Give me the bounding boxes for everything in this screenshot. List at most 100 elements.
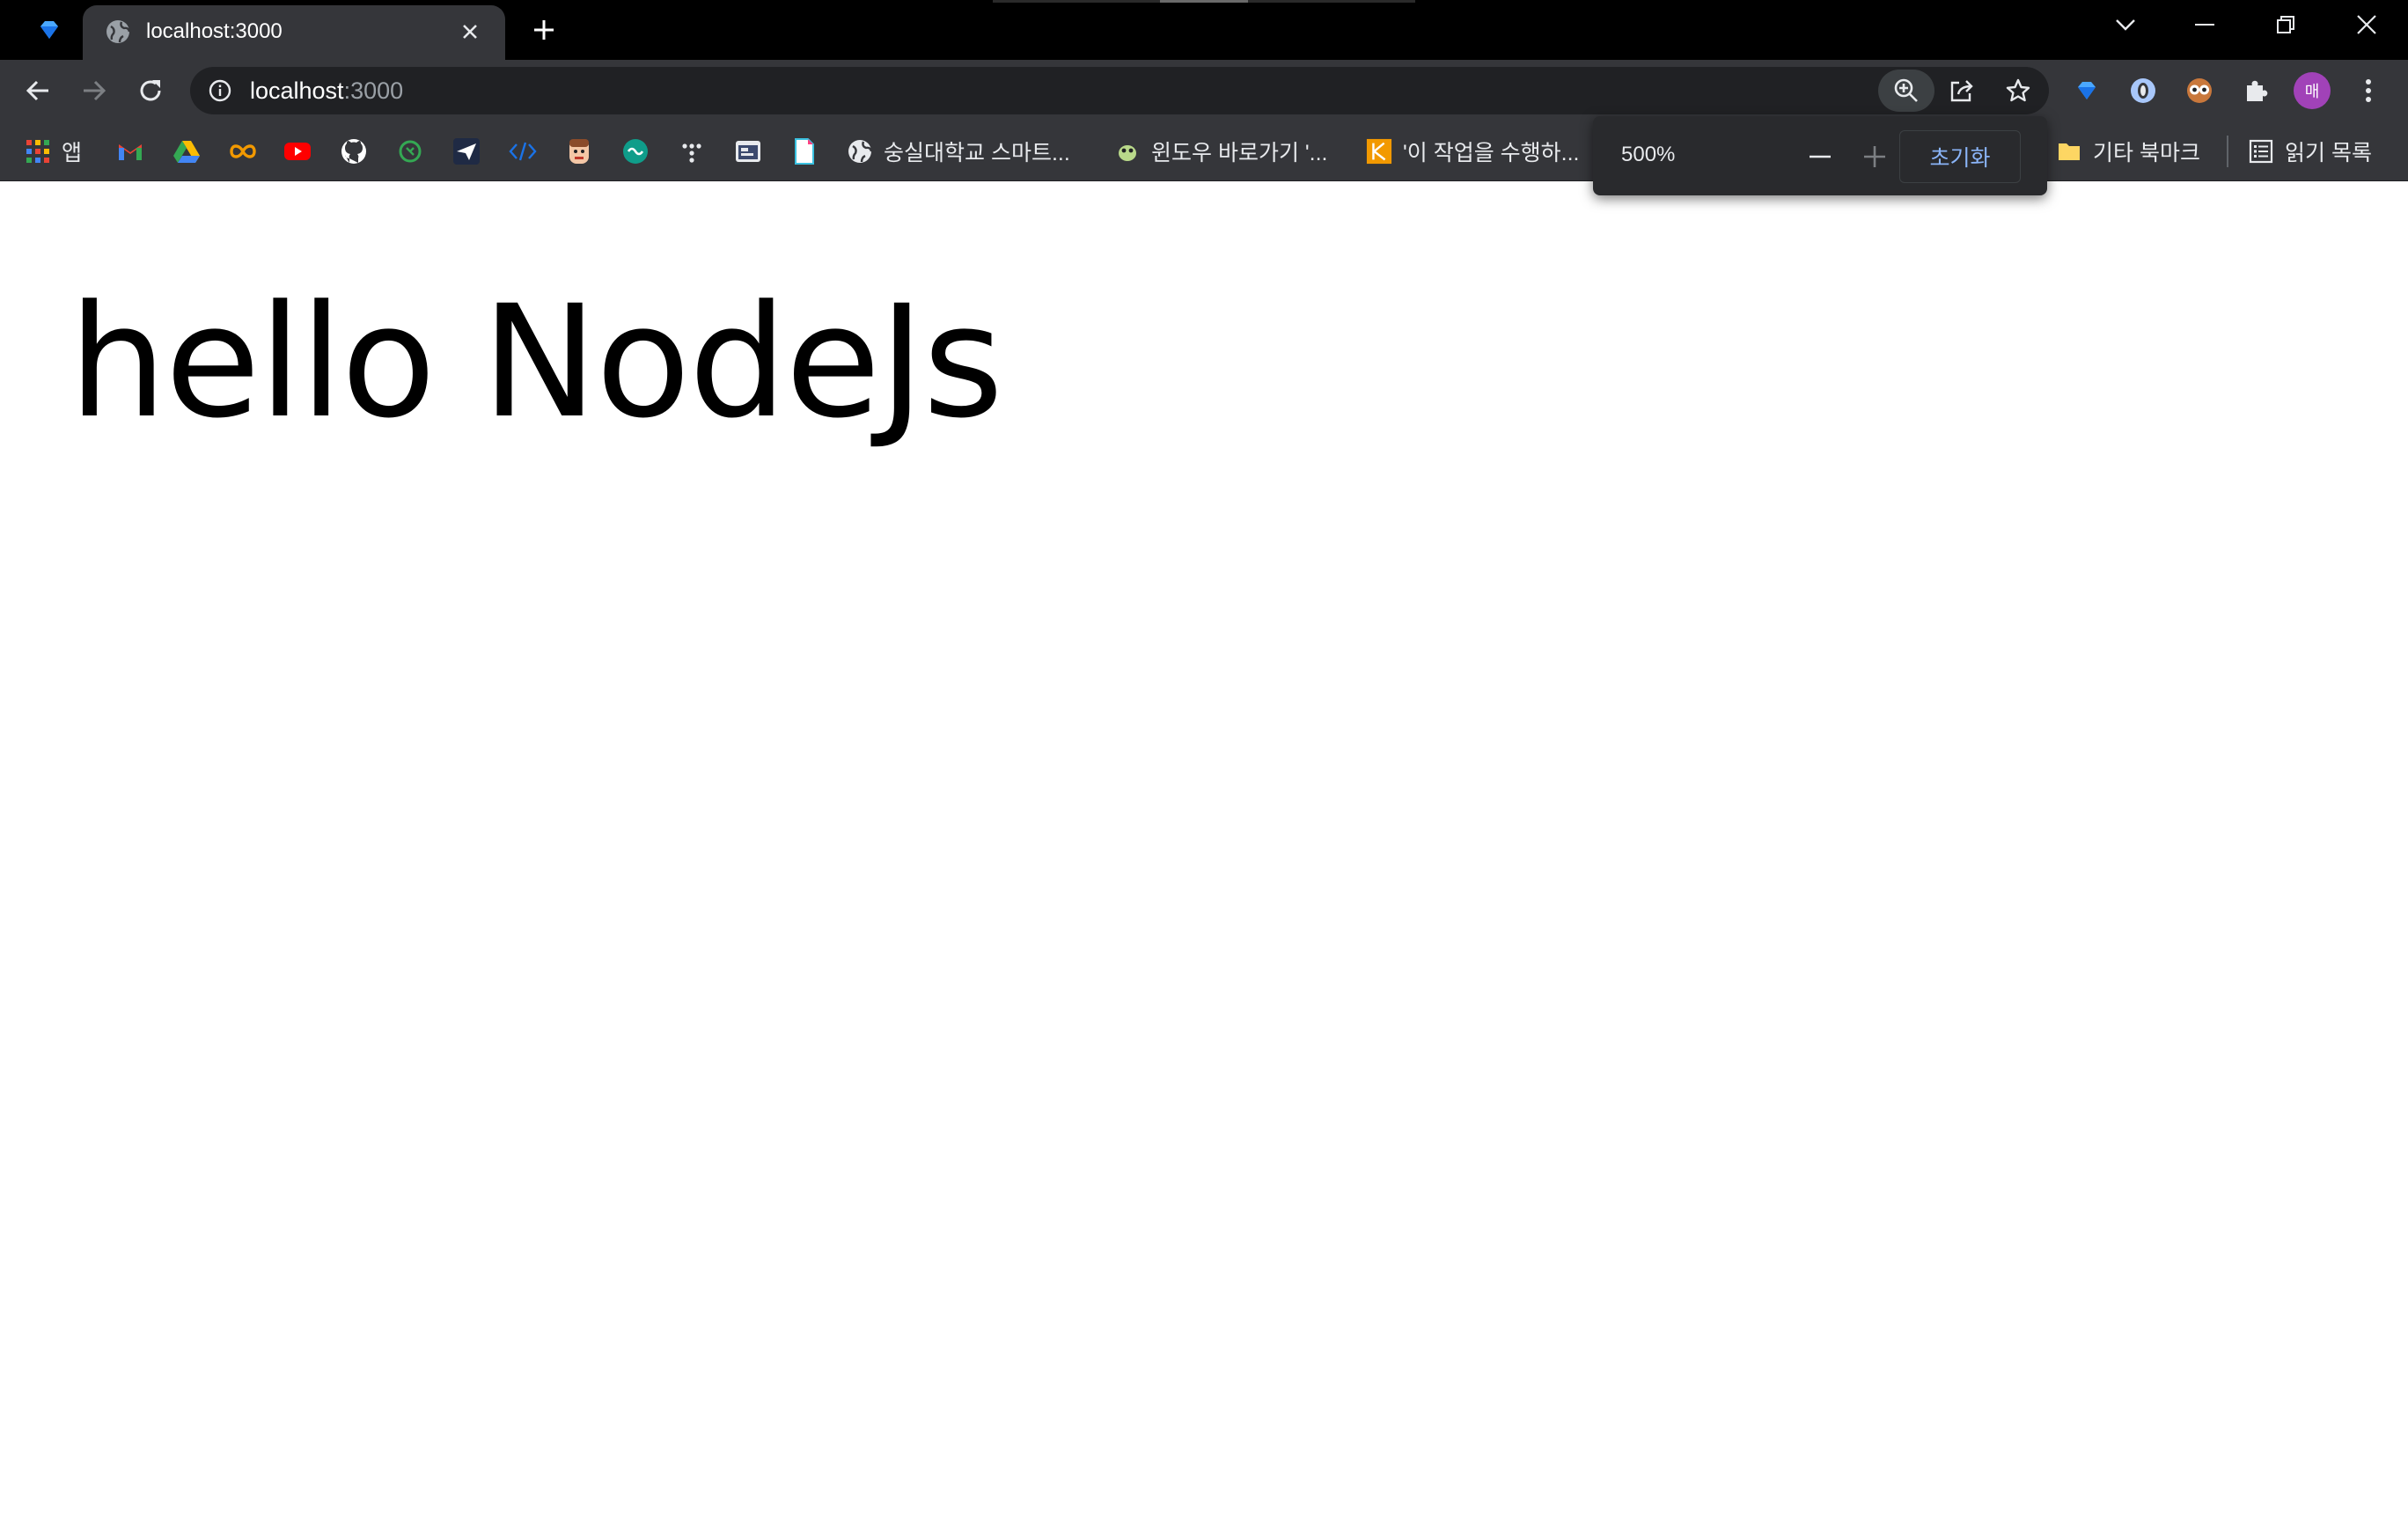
close-icon [463, 25, 477, 39]
zoom-reset-button[interactable]: 초기화 [1899, 130, 2021, 183]
character-face-icon [569, 139, 589, 164]
zoom-out-button[interactable] [1801, 137, 1839, 176]
bookmark-green-clock[interactable] [396, 137, 424, 165]
url-host: localhost [250, 77, 344, 104]
diamond-icon [2078, 82, 2096, 99]
tab-title: localhost:3000 [146, 19, 283, 43]
ring-icon [2131, 78, 2155, 103]
minus-icon [1810, 155, 1831, 158]
extension-ring-button[interactable] [2123, 70, 2163, 111]
diamond-icon [40, 21, 58, 39]
close-icon [2357, 15, 2376, 34]
tab-close-button[interactable] [456, 18, 484, 46]
page-viewport: hello NodeJs [0, 181, 2408, 1535]
youtube-icon [284, 143, 311, 160]
extension-owl-button[interactable] [2179, 70, 2220, 111]
bookmark-task[interactable]: '이 작업을 수행하... [1366, 136, 1580, 167]
code-brackets-icon [509, 142, 537, 161]
infinity-icon [230, 144, 256, 158]
page-heading: hello NodeJs [69, 272, 1003, 452]
paper-plane-icon [453, 138, 480, 165]
info-icon[interactable] [208, 78, 232, 103]
reading-list-label: 읽기 목록 [2285, 141, 2372, 165]
pinned-tab[interactable] [26, 12, 72, 48]
zoom-indicator-button[interactable] [1878, 70, 1934, 112]
bookmark-google-drive[interactable] [173, 137, 201, 165]
globe-icon [106, 20, 131, 43]
restore-icon [2277, 16, 2294, 33]
apps-grid-icon [25, 138, 51, 165]
bookmark-apps-label: 앱 [62, 141, 83, 165]
back-button[interactable] [18, 70, 58, 111]
green-circle-icon [399, 140, 422, 163]
zoom-level-text: 500% [1621, 143, 1676, 166]
share-icon [1950, 80, 1973, 102]
browser-toolbar: localhost:3000 매 [0, 60, 2408, 121]
globe-icon [847, 138, 873, 165]
tab-search-button[interactable] [2095, 5, 2156, 44]
restore-button[interactable] [2255, 5, 2316, 44]
plus-icon [534, 20, 554, 40]
bookmark-teal[interactable] [621, 137, 650, 165]
puzzle-icon [2247, 80, 2268, 101]
teal-logo-icon [623, 139, 648, 164]
frog-icon [1114, 138, 1141, 165]
bookmark-label: '이 작업을 수행하... [1403, 141, 1580, 165]
reload-icon [140, 80, 161, 101]
bookmark-youtube[interactable] [283, 137, 312, 165]
dots-icon [682, 143, 701, 163]
bookmark-ssu-smart[interactable]: 숭실대학교 스마트... [847, 136, 1070, 167]
document-icon [795, 138, 814, 165]
bookmark-infinity[interactable] [229, 137, 257, 165]
zoom-in-icon [1894, 78, 1918, 102]
forward-button[interactable] [74, 70, 114, 111]
github-icon [341, 139, 366, 164]
bookmark-plane[interactable] [452, 137, 481, 165]
bookmark-character[interactable] [565, 137, 593, 165]
star-icon [2006, 78, 2030, 102]
owl-icon [2187, 78, 2212, 103]
plus-icon [1864, 146, 1885, 167]
url-text[interactable]: localhost:3000 [250, 76, 403, 106]
google-drive-icon [173, 141, 200, 163]
zoom-popup: 500% 초기화 [1593, 116, 2047, 195]
arrow-left-icon [26, 80, 48, 101]
bookmark-apps[interactable]: 앱 [25, 136, 82, 167]
arrow-right-icon [84, 80, 106, 101]
k-logo-icon [1366, 138, 1392, 165]
gmail-icon [119, 144, 142, 160]
folder-icon [2056, 138, 2082, 165]
bookmark-star-button[interactable] [1998, 71, 2038, 110]
bookmark-app-window[interactable] [734, 137, 762, 165]
close-window-button[interactable] [2336, 5, 2397, 44]
reload-button[interactable] [130, 70, 171, 111]
reading-list-button[interactable]: 읽기 목록 [2248, 136, 2372, 167]
bookmark-gmail[interactable] [116, 137, 144, 165]
new-tab-button[interactable] [525, 11, 563, 49]
more-vert-icon [2366, 79, 2371, 102]
browser-menu-button[interactable] [2348, 70, 2389, 111]
tab-search-indicator [993, 0, 1415, 3]
chevron-down-icon [2116, 19, 2135, 31]
bookmark-code[interactable] [509, 137, 537, 165]
profile-avatar[interactable]: 매 [2294, 72, 2331, 109]
bookmark-other-folder[interactable]: 기타 북마크 [2056, 136, 2200, 167]
url-port: :3000 [343, 77, 404, 104]
bookmark-label: 숭실대학교 스마트... [884, 141, 1070, 165]
zoom-in-button[interactable] [1855, 137, 1894, 176]
active-tab[interactable]: localhost:3000 [83, 5, 505, 60]
minimize-icon [2195, 24, 2214, 26]
share-button[interactable] [1942, 71, 1982, 110]
extension-diamond-button[interactable] [2067, 70, 2107, 111]
tab-strip: localhost:3000 [0, 0, 2408, 60]
minimize-button[interactable] [2174, 5, 2235, 44]
address-bar[interactable]: localhost:3000 [190, 67, 2049, 114]
bookmark-github[interactable] [340, 137, 368, 165]
reading-list-icon [2248, 138, 2274, 165]
extensions-button[interactable] [2235, 70, 2276, 111]
bookmark-dots[interactable] [678, 137, 706, 165]
bookmark-other-label: 기타 북마크 [2093, 141, 2200, 165]
bookmark-windows-shortcut[interactable]: 윈도우 바로가기 '... [1114, 136, 1328, 167]
bookmark-document[interactable] [790, 137, 819, 165]
bookmark-label: 윈도우 바로가기 '... [1151, 141, 1328, 165]
